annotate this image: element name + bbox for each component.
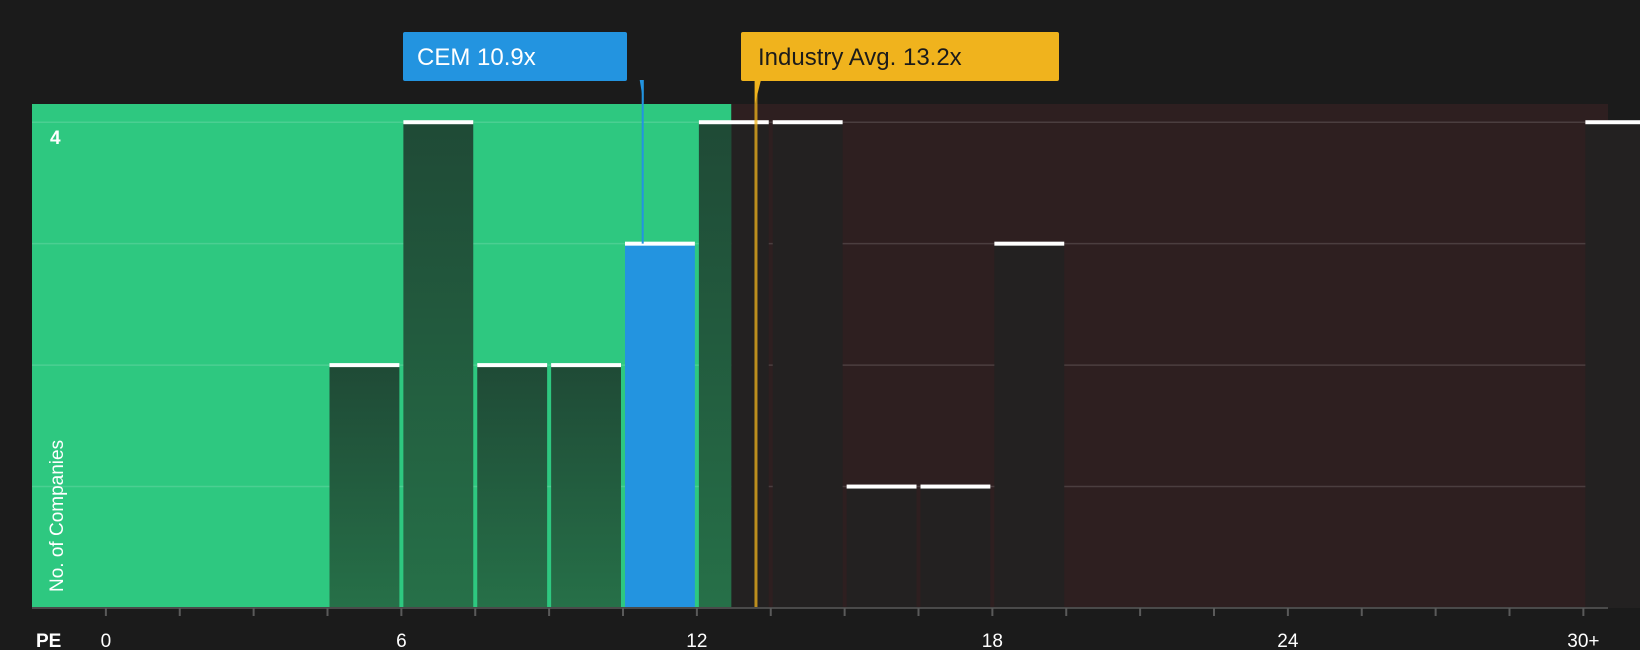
x-tick-label-18: 18 <box>982 631 1003 650</box>
bar-cap-0 <box>329 363 400 368</box>
x-axis-title: PE <box>36 631 61 650</box>
bar-10 <box>1585 122 1640 609</box>
bar-6 <box>772 122 843 609</box>
company-badge-label: CEM 10.9x <box>417 44 536 71</box>
bar-2 <box>477 365 548 608</box>
bar-group-0 <box>329 363 400 608</box>
bar-0 <box>329 365 400 608</box>
bar-cap-3 <box>551 363 621 368</box>
bar-4 <box>625 243 695 608</box>
bar-group-1 <box>403 120 474 609</box>
bar-3 <box>551 365 621 608</box>
bar-group-8 <box>920 484 991 608</box>
x-tick-label-6: 6 <box>396 631 407 650</box>
bar-cap-10 <box>1585 120 1640 125</box>
bar-7 <box>846 486 917 608</box>
industry-badge: Industry Avg. 13.2x <box>741 32 1059 81</box>
bar-group-4 <box>625 241 695 608</box>
bar-group-7 <box>846 484 917 608</box>
histogram-svg: 0 6 12 18 24 30+ 4 No. of Companies PE CEM 10… <box>32 32 1640 650</box>
bar-group-3 <box>551 363 621 608</box>
bar-group-6 <box>772 120 843 609</box>
bar-cap-1 <box>403 120 474 125</box>
x-tick-label-30plus: 30+ <box>1567 631 1599 650</box>
bar-cap-4 <box>625 241 695 246</box>
bar-group-2 <box>477 363 548 608</box>
bar-cap-5 <box>698 120 769 125</box>
x-tick-label-0: 0 <box>101 631 112 650</box>
bar-1 <box>403 122 474 609</box>
bar-cap-7 <box>846 484 917 489</box>
bar-cap-9 <box>994 241 1065 246</box>
bar-cap-8 <box>920 484 991 489</box>
bar-cap-2 <box>477 363 548 368</box>
bar-cap-6 <box>772 120 843 125</box>
industry-badge-label: Industry Avg. 13.2x <box>758 44 962 71</box>
pe-distribution-chart: 0 6 12 18 24 30+ 4 No. of Companies PE CEM 10… <box>0 0 1640 650</box>
x-axis: 0 6 12 18 24 30+ <box>32 607 1608 650</box>
bar-5-right <box>731 122 769 609</box>
bar-group-9 <box>994 241 1065 608</box>
company-badge: CEM 10.9x <box>403 32 627 81</box>
bar-group-10 <box>1585 120 1640 609</box>
y-tick-label-4: 4 <box>50 128 61 149</box>
y-axis-title: No. of Companies <box>47 440 68 592</box>
x-tick-label-24: 24 <box>1277 631 1299 650</box>
bar-5-left <box>698 122 732 609</box>
bar-8 <box>920 486 991 608</box>
bar-9 <box>994 243 1065 608</box>
x-tick-label-12: 12 <box>686 631 707 650</box>
bar-group-5 <box>698 120 769 609</box>
